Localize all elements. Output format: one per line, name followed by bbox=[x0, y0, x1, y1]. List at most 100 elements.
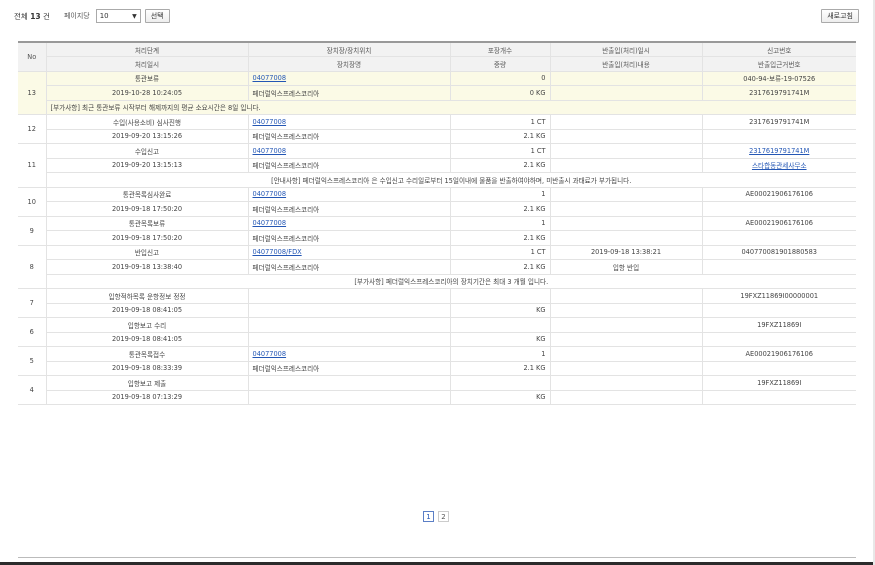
cell-location-link[interactable]: 04077008 bbox=[253, 190, 287, 198]
cell-count: 0 bbox=[450, 71, 551, 86]
cell-datetime: 2019-09-20 13:15:13 bbox=[46, 158, 249, 173]
header-decl-no: 신고번호 bbox=[702, 41, 856, 57]
cell-decl-no-link[interactable]: 2317619791741M bbox=[749, 147, 809, 155]
cell-decl-no[interactable]: 2317619791741M bbox=[702, 143, 856, 159]
cell-location[interactable]: 04077008 bbox=[248, 143, 451, 159]
cell-location-link[interactable]: 04077008 bbox=[253, 350, 287, 358]
cell-warehouse bbox=[248, 303, 451, 318]
header-datetime: 처리일시 bbox=[46, 56, 249, 72]
page-2-button[interactable]: 2 bbox=[438, 511, 449, 522]
notice-row: [부가사항] 최근 통관보류 시작부터 해제까지의 평균 소요시간은 8일 입니… bbox=[18, 100, 856, 115]
cell-io-content bbox=[550, 230, 703, 246]
header-count: 포장개수 bbox=[450, 41, 551, 57]
table-row: 2019-09-20 13:15:26 페더럴익스프레스코리아 2.1 KG bbox=[18, 129, 856, 144]
header-step: 처리단계 bbox=[46, 41, 249, 57]
refresh-button[interactable]: 새로고침 bbox=[821, 9, 859, 23]
header-warehouse: 장치장명 bbox=[248, 56, 451, 72]
cell-warehouse: 페더럴익스프레스코리아 bbox=[248, 230, 451, 246]
chevron-down-icon: ▼ bbox=[132, 12, 137, 20]
cell-basis-no bbox=[702, 332, 856, 347]
table-row: 10 통관목록심사완료 04077008 1 AE00021906176106 bbox=[18, 187, 856, 217]
cell-io-datetime bbox=[550, 288, 703, 304]
cell-decl-no: 19FXZ11869I00000001 bbox=[702, 288, 856, 304]
cell-location[interactable]: 04077008 bbox=[248, 216, 451, 231]
cell-location-link[interactable]: 04077008 bbox=[253, 219, 287, 227]
cell-step: 수입(사용소비) 심사진행 bbox=[46, 114, 249, 130]
cell-location-link[interactable]: 04077008 bbox=[253, 74, 287, 82]
table-row: 2019-09-18 17:50:20 페더럴익스프레스코리아 2.1 KG bbox=[18, 230, 856, 246]
cell-location[interactable]: 04077008/FDX bbox=[248, 245, 451, 260]
cell-datetime: 2019-09-18 08:41:05 bbox=[46, 332, 249, 347]
per-page-select[interactable]: 10 ▼ bbox=[95, 9, 141, 23]
cell-step: 통관목록보류 bbox=[46, 216, 249, 231]
cell-weight: KG bbox=[450, 332, 551, 347]
table-row: 4 입항보고 제출 19FXZ11869I bbox=[18, 375, 856, 405]
cell-step: 통관보류 bbox=[46, 71, 249, 86]
per-page-label: 페이지당 bbox=[63, 12, 90, 20]
cell-decl-no: AE00021906176106 bbox=[702, 346, 856, 362]
notice-row: [부가사항] 페더럴익스프레스코리아의 장치기간은 최대 3 개월 입니다. bbox=[18, 274, 856, 289]
cell-count: 1 bbox=[450, 187, 551, 202]
cell-io-datetime bbox=[550, 216, 703, 231]
cell-basis-no-link[interactable]: 스타합동관세사무소 bbox=[752, 162, 807, 170]
divider bbox=[18, 557, 856, 558]
table-row: 6 입항보고 수리 19FXZ11869I bbox=[18, 317, 856, 347]
header-location: 장치장/장치위치 bbox=[248, 41, 451, 57]
cell-step: 입항적하목록 운항정보 정정 bbox=[46, 288, 249, 304]
cell-io-datetime bbox=[550, 187, 703, 202]
cell-basis-no[interactable]: 스타합동관세사무소 bbox=[702, 158, 856, 173]
cell-step: 통관목록심사완료 bbox=[46, 187, 249, 202]
cell-count: 1 CT bbox=[450, 143, 551, 159]
cell-datetime: 2019-09-18 17:50:20 bbox=[46, 201, 249, 217]
table-row: 2019-09-18 08:41:05 KG bbox=[18, 303, 856, 318]
cell-datetime: 2019-09-18 13:38:40 bbox=[46, 259, 249, 275]
cell-warehouse: 페더럴익스프레스코리아 bbox=[248, 361, 451, 376]
cell-warehouse: 페더럴익스프레스코리아 bbox=[248, 259, 451, 275]
cell-decl-no: 19FXZ11869I bbox=[702, 375, 856, 391]
cell-location[interactable]: 04077008 bbox=[248, 71, 451, 86]
cell-weight: 2.1 KG bbox=[450, 129, 551, 144]
table-row: 8 반입신고 04077008/FDX 1 CT 2019-09-18 13:38:21… bbox=[18, 245, 856, 289]
cell-warehouse: 페더럴익스프레스코리아 bbox=[248, 129, 451, 144]
page-1-button[interactable]: 1 bbox=[423, 511, 434, 522]
cell-location-link[interactable]: 04077008/FDX bbox=[253, 248, 302, 256]
header-io-datetime: 반출입(처리)일시 bbox=[550, 41, 703, 57]
table-row: 13 통관보류 04077008 0 040-94-보류-19-07526 bbox=[18, 71, 856, 115]
header-basis-no: 반출입근거번호 bbox=[702, 56, 856, 72]
cell-warehouse: 페더럴익스프레스코리아 bbox=[248, 85, 451, 101]
cell-datetime: 2019-09-18 17:50:20 bbox=[46, 230, 249, 246]
toolbar: 전체 13 건 페이지당 10 ▼ 선택 새로고침 bbox=[14, 7, 859, 25]
row-number: 11 bbox=[18, 143, 47, 188]
cell-decl-no: AE00021906176106 bbox=[702, 187, 856, 202]
cell-io-content bbox=[550, 85, 703, 101]
select-button[interactable]: 선택 bbox=[144, 9, 170, 23]
cell-warehouse bbox=[248, 332, 451, 347]
cell-location[interactable]: 04077008 bbox=[248, 187, 451, 202]
table-row: 9 통관목록보류 04077008 1 AE00021906176106 bbox=[18, 216, 856, 246]
header-weight: 중량 bbox=[450, 56, 551, 72]
cell-weight: KG bbox=[450, 303, 551, 318]
row-number: 12 bbox=[18, 114, 47, 144]
cell-io-content bbox=[550, 201, 703, 217]
notice-text: [안내사항] 페더럴익스프레스코리아 은 수입신고 수리일로부터 15일이내에 … bbox=[46, 172, 856, 188]
cell-location-link[interactable]: 04077008 bbox=[253, 147, 287, 155]
cell-basis-no bbox=[702, 259, 856, 275]
cell-step: 반입신고 bbox=[46, 245, 249, 260]
cell-step: 입항보고 제출 bbox=[46, 375, 249, 391]
cell-location[interactable]: 04077008 bbox=[248, 346, 451, 362]
cell-io-datetime bbox=[550, 114, 703, 130]
cell-warehouse: 페더럴익스프레스코리아 bbox=[248, 158, 451, 173]
table-row: 2019-09-18 08:41:05 KG bbox=[18, 332, 856, 347]
cell-location-link[interactable]: 04077008 bbox=[253, 118, 287, 126]
cell-warehouse bbox=[248, 390, 451, 405]
cell-basis-no bbox=[702, 129, 856, 144]
per-page-value: 10 bbox=[99, 12, 109, 20]
table-row: 2019-09-20 13:15:13 페더럴익스프레스코리아 2.1 KG 스타합동… bbox=[18, 158, 856, 173]
pagination: 1 2 bbox=[423, 511, 449, 522]
notice-row: [안내사항] 페더럴익스프레스코리아 은 수입신고 수리일로부터 15일이내에 … bbox=[18, 172, 856, 188]
cell-count bbox=[450, 317, 551, 333]
row-number: 5 bbox=[18, 346, 47, 376]
cell-count bbox=[450, 288, 551, 304]
cell-location[interactable]: 04077008 bbox=[248, 114, 451, 130]
cell-basis-no bbox=[702, 230, 856, 246]
